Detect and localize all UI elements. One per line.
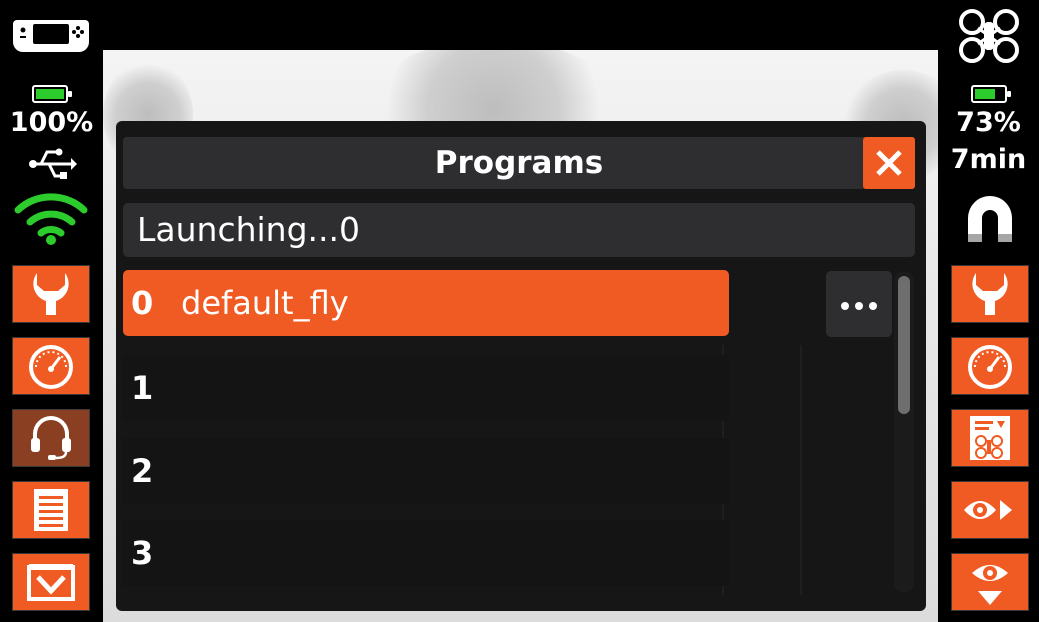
- dashboard-button[interactable]: [12, 337, 90, 395]
- program-row-0[interactable]: 0 default_fly: [123, 270, 729, 336]
- program-options-button[interactable]: [826, 271, 892, 337]
- log-button[interactable]: [12, 481, 90, 539]
- front-view-button[interactable]: [951, 481, 1029, 539]
- right-sidebar: 73% 7min: [938, 0, 1039, 622]
- drone-program-icon: [970, 416, 1010, 460]
- tools-button[interactable]: [12, 265, 90, 323]
- magnet-icon: [964, 194, 1016, 250]
- eye-down-icon: [972, 565, 1008, 605]
- headset-icon: [31, 416, 71, 460]
- flight-time: 7min: [950, 144, 1027, 175]
- program-number: 3: [131, 534, 154, 572]
- down-view-button[interactable]: [951, 553, 1029, 611]
- left-sidebar: 100%: [0, 0, 103, 622]
- program-number: 0: [131, 284, 154, 322]
- drone-icon: [958, 8, 1020, 68]
- gauge-icon: [29, 345, 73, 389]
- controller-battery-icon: [32, 85, 72, 103]
- wrench-icon: [33, 273, 69, 315]
- drone-battery-icon: [971, 85, 1011, 103]
- document-icon: [34, 489, 68, 531]
- collapse-button[interactable]: [12, 553, 90, 611]
- programs-button[interactable]: [951, 409, 1029, 467]
- program-row-3[interactable]: 3: [123, 520, 729, 586]
- dialog-titlebar: Programs: [123, 137, 915, 189]
- launch-status: Launching...0: [123, 203, 915, 257]
- usb-icon: [27, 145, 77, 187]
- dashboard-button-right[interactable]: [951, 337, 1029, 395]
- wrench-icon: [972, 273, 1008, 315]
- gauge-icon: [968, 345, 1012, 389]
- program-row-2[interactable]: 2: [123, 438, 729, 504]
- download-icon: [27, 564, 75, 601]
- program-list: 0 default_fly 1 2 3: [123, 270, 893, 600]
- support-button[interactable]: [12, 409, 90, 467]
- tools-button-right[interactable]: [951, 265, 1029, 323]
- eye-forward-icon: [964, 500, 1012, 520]
- drone-battery-percent: 73%: [956, 107, 1021, 138]
- program-row-1[interactable]: 1: [123, 355, 729, 421]
- controller-battery-percent: 100%: [9, 107, 94, 138]
- close-button[interactable]: [863, 137, 915, 189]
- program-name: default_fly: [181, 284, 349, 322]
- wifi-icon: [14, 188, 88, 250]
- dialog-title: Programs: [434, 145, 604, 181]
- ellipsis-icon: [838, 295, 880, 314]
- close-icon: [876, 150, 902, 176]
- program-number: 1: [131, 369, 154, 407]
- gamepad-icon: [11, 14, 91, 62]
- scrollbar-thumb[interactable]: [898, 276, 910, 414]
- program-number: 2: [131, 452, 154, 490]
